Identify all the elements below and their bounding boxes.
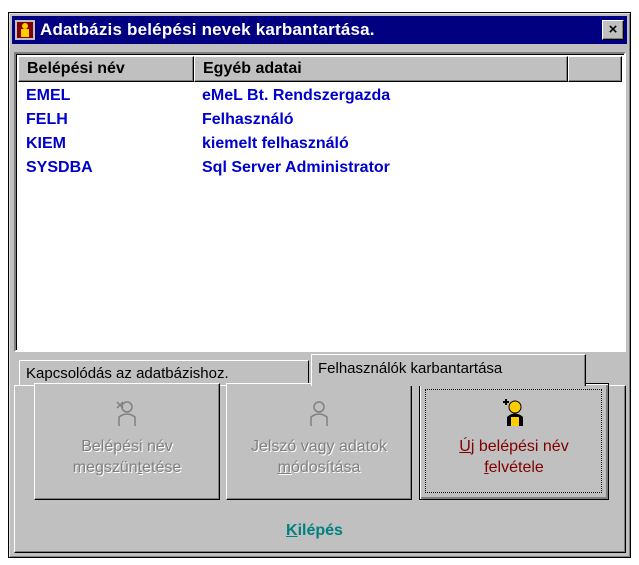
exit-button[interactable]: Kilépés xyxy=(286,522,343,540)
list-item-info: kiemelt felhasználó xyxy=(202,135,349,152)
column-header-login-name[interactable]: Belépési név xyxy=(18,56,194,82)
list-item-name: FELH xyxy=(26,111,68,128)
list-item-info: Sql Server Administrator xyxy=(202,159,390,176)
user-add-icon xyxy=(503,399,523,426)
column-header-empty[interactable] xyxy=(568,56,622,82)
user-edit-icon xyxy=(310,401,328,426)
new-button-line1: Új belépési név xyxy=(459,438,569,455)
modify-button-line1: Jelszó vagy adatok xyxy=(250,438,388,455)
list-item[interactable]: EMEL eMeL Bt. Rendszergazda xyxy=(18,84,622,108)
app-icon xyxy=(15,20,35,40)
modify-button-line2: módosítása xyxy=(277,459,361,476)
list-item[interactable]: FELH Felhasználó xyxy=(18,108,622,132)
delete-login-button[interactable]: Belépési név megszüntetése xyxy=(34,383,220,500)
title-bar[interactable]: Adatbázis belépési nevek karbantartása. … xyxy=(12,16,627,44)
list-item-name: SYSDBA xyxy=(26,159,93,176)
window-title: Adatbázis belépési nevek karbantartása. xyxy=(40,20,375,39)
user-list[interactable]: Belépési név Egyéb adatai EMEL eMeL Bt. … xyxy=(14,52,626,352)
modify-password-button[interactable]: Jelszó vagy adatok módosítása xyxy=(226,383,412,500)
list-item-name: EMEL xyxy=(26,87,71,104)
column-header-other-data[interactable]: Egyéb adatai xyxy=(194,56,568,82)
user-delete-icon xyxy=(116,401,136,426)
delete-button-line1: Belépési név xyxy=(81,438,173,455)
list-item-name: KIEM xyxy=(26,135,66,152)
list-item[interactable]: SYSDBA Sql Server Administrator xyxy=(18,156,622,180)
list-item-info: Felhasználó xyxy=(202,111,294,128)
tab-user-maintenance[interactable]: Felhasználók karbantartása xyxy=(311,354,586,386)
delete-button-line2: megszüntetése xyxy=(72,459,182,476)
list-item-info: eMeL Bt. Rendszergazda xyxy=(202,87,391,104)
new-login-button[interactable]: Új belépési név felvétele xyxy=(419,383,609,500)
list-item[interactable]: KIEM kiemelt felhasználó xyxy=(18,132,622,156)
list-rows: EMEL eMeL Bt. Rendszergazda FELH Felhasz… xyxy=(18,84,622,180)
list-header: Belépési név Egyéb adatai xyxy=(18,56,622,82)
new-button-line2: felvétele xyxy=(484,459,544,476)
close-button[interactable]: × xyxy=(602,20,624,40)
